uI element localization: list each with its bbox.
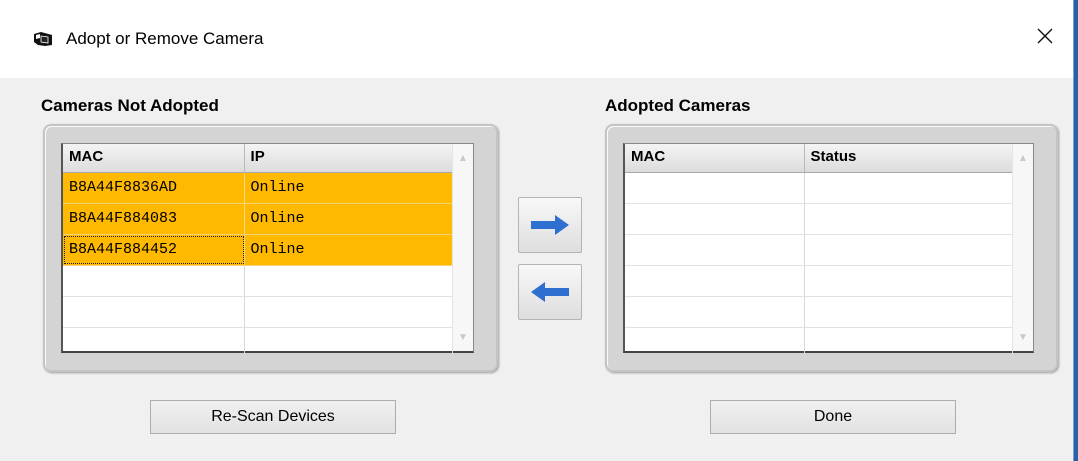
adopted-table[interactable]: MAC Status ▲ ▼ [623, 143, 1034, 358]
cell-ip: Online [245, 204, 453, 234]
column-header-mac[interactable]: MAC [63, 144, 245, 172]
vertical-scrollbar[interactable]: ▲ ▼ [1012, 144, 1033, 351]
table-row[interactable]: B8A44F884452 Online [63, 235, 453, 266]
scroll-down-icon[interactable]: ▼ [453, 327, 473, 347]
empty-row[interactable] [625, 266, 1013, 297]
empty-row[interactable] [625, 328, 1013, 358]
empty-row[interactable] [63, 266, 453, 297]
cell-mac: B8A44F8836AD [63, 173, 245, 203]
empty-row[interactable] [625, 204, 1013, 235]
column-header-status[interactable]: Status [805, 144, 1013, 172]
title-bar[interactable]: Adopt or Remove Camera [0, 0, 1073, 78]
rescan-devices-button[interactable]: Re-Scan Devices [150, 400, 396, 434]
done-button[interactable]: Done [710, 400, 956, 434]
remove-button[interactable] [518, 264, 582, 320]
scroll-up-icon[interactable]: ▲ [453, 148, 473, 168]
close-button[interactable] [1025, 18, 1065, 54]
scroll-up-icon[interactable]: ▲ [1013, 148, 1033, 168]
adopted-panel: MAC Status ▲ ▼ [605, 124, 1058, 372]
table-header: MAC Status [625, 144, 1013, 173]
table-row[interactable]: B8A44F884083 Online [63, 204, 453, 235]
window-title: Adopt or Remove Camera [66, 29, 264, 48]
cell-ip: Online [245, 235, 453, 265]
arrow-left-icon [531, 282, 569, 302]
table-row[interactable]: B8A44F8836AD Online [63, 173, 453, 204]
adopted-cameras-title: Adopted Cameras [605, 96, 751, 115]
not-adopted-panel: MAC IP B8A44F8836AD Online B8A44F884083 … [43, 124, 498, 372]
table-header: MAC IP [63, 144, 453, 173]
cell-mac: B8A44F884452 [63, 235, 245, 265]
column-header-mac[interactable]: MAC [625, 144, 805, 172]
scroll-down-icon[interactable]: ▼ [1013, 327, 1033, 347]
adopt-camera-dialog: Adopt or Remove Camera Cameras Not Adopt… [0, 0, 1074, 461]
camera-app-icon [34, 32, 52, 46]
arrow-right-icon [531, 215, 569, 235]
empty-row[interactable] [63, 297, 453, 328]
not-adopted-table[interactable]: MAC IP B8A44F8836AD Online B8A44F884083 … [61, 143, 474, 358]
cell-mac: B8A44F884083 [63, 204, 245, 234]
empty-row[interactable] [625, 173, 1013, 204]
close-icon [1037, 28, 1053, 44]
empty-row[interactable] [63, 328, 453, 358]
vertical-scrollbar[interactable]: ▲ ▼ [452, 144, 473, 351]
column-header-ip[interactable]: IP [245, 144, 453, 172]
empty-row[interactable] [625, 235, 1013, 266]
empty-row[interactable] [625, 297, 1013, 328]
cameras-not-adopted-title: Cameras Not Adopted [41, 96, 219, 115]
cell-ip: Online [245, 173, 453, 203]
adopt-button[interactable] [518, 197, 582, 253]
